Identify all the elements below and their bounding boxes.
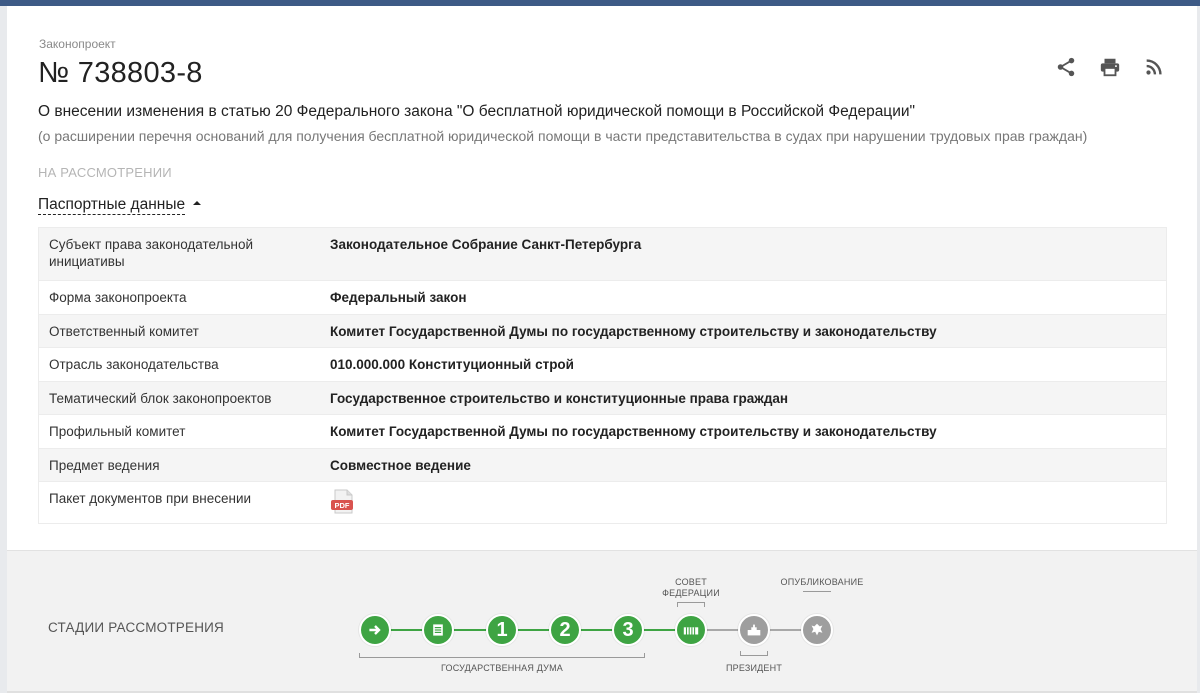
council-bracket <box>677 602 705 607</box>
stage-publication[interactable] <box>801 614 833 646</box>
bill-status: НА РАССМОТРЕНИИ <box>38 165 172 180</box>
print-icon[interactable] <box>1099 56 1121 78</box>
stages-section: СТАДИИ РАССМОТРЕНИЯ 1 2 3 ГОСУДАРСТВЕННА… <box>7 550 1197 693</box>
share-icon[interactable] <box>1055 56 1077 78</box>
table-row: Тематический блок законопроектов Государ… <box>39 381 1166 414</box>
stage-reading-1[interactable]: 1 <box>486 614 518 646</box>
row-value: Совместное ведение <box>330 458 471 473</box>
row-key: Форма законопроекта <box>49 290 187 305</box>
row-key: Отрасль законодательства <box>49 357 219 372</box>
caption-federation-council: СОВЕТ ФЕДЕРАЦИИ <box>662 577 720 598</box>
stage-introduction[interactable] <box>359 614 391 646</box>
passport-data-toggle[interactable]: Паспортные данные <box>38 196 202 215</box>
publication-icon <box>811 623 823 636</box>
row-key: Ответственный комитет <box>49 324 199 339</box>
caption-president: ПРЕЗИДЕНТ <box>725 663 783 673</box>
bill-title: О внесении изменения в статью 20 Федерал… <box>38 103 916 120</box>
document-kind: Законопроект <box>39 37 116 51</box>
row-key: Профильный комитет <box>49 424 186 439</box>
arrow-right-icon <box>369 625 381 635</box>
bill-card: Законопроект № 738803-8 О внесении измен… <box>7 6 1197 693</box>
caption-publication: ОПУБЛИКОВАНИЕ <box>780 577 864 587</box>
row-value: PDF <box>320 482 1166 523</box>
table-row: Профильный комитет Комитет Государственн… <box>39 414 1166 448</box>
bill-number: № 738803-8 <box>38 57 203 89</box>
caption-duma: ГОСУДАРСТВЕННАЯ ДУМА <box>440 663 563 673</box>
stage-preliminary[interactable] <box>422 614 454 646</box>
row-value: Комитет Государственной Думы по государс… <box>330 424 937 439</box>
row-key: Тематический блок законопроектов <box>49 391 272 406</box>
row-value: 010.000.000 Конституционный строй <box>330 357 574 372</box>
table-row: Форма законопроекта Федеральный закон <box>39 280 1166 314</box>
table-row: Отрасль законодательства 010.000.000 Кон… <box>39 347 1166 381</box>
row-value: Государственное строительство и конститу… <box>330 391 789 406</box>
document-list-icon <box>433 624 443 636</box>
rss-icon[interactable] <box>1143 56 1165 78</box>
table-row: Ответственный комитет Комитет Государств… <box>39 314 1166 347</box>
row-value: Федеральный закон <box>330 290 467 305</box>
row-value: Комитет Государственной Думы по государс… <box>330 324 937 339</box>
duma-bracket <box>359 653 645 658</box>
table-row: Пакет документов при внесении PDF <box>39 481 1166 523</box>
stage-reading-2[interactable]: 2 <box>549 614 581 646</box>
pdf-label: PDF <box>335 501 350 510</box>
passport-table: Субъект права законодательной инициативы… <box>38 227 1167 524</box>
stages-label: СТАДИИ РАССМОТРЕНИЯ <box>48 620 225 635</box>
publication-bracket <box>803 591 831 596</box>
federation-council-icon <box>683 627 699 635</box>
row-value: Законодательное Собрание Санкт-Петербург… <box>330 237 642 252</box>
stage-reading-3[interactable]: 3 <box>612 614 644 646</box>
table-row: Предмет ведения Совместное ведение <box>39 448 1166 481</box>
passport-data-label: Паспортные данные <box>38 196 186 215</box>
bill-subtitle: (о расширении перечня оснований для полу… <box>38 128 1088 144</box>
table-row: Субъект права законодательной инициативы… <box>39 228 1166 280</box>
stage-federation-council[interactable] <box>675 614 707 646</box>
president-bracket <box>740 651 768 656</box>
row-key: Предмет ведения <box>49 458 160 473</box>
row-key: Пакет документов при внесении <box>49 491 252 506</box>
pdf-document-icon[interactable]: PDF <box>330 489 356 515</box>
row-key: Субъект права законодательной инициативы <box>49 237 254 269</box>
action-icons <box>1055 56 1165 78</box>
president-icon <box>747 624 761 636</box>
caret-up-icon <box>193 200 202 205</box>
stage-president[interactable] <box>738 614 770 646</box>
